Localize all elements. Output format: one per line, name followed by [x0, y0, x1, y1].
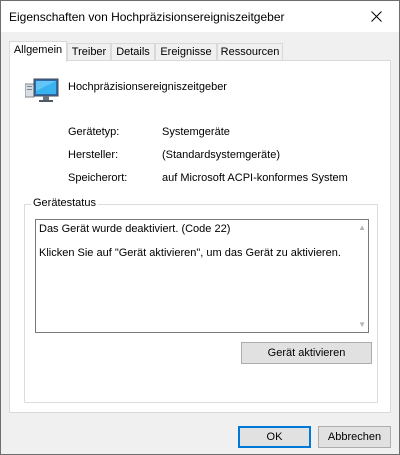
general-tab-panel: Hochpräzisionsereigniszeitgeber Gerätety…	[9, 60, 391, 413]
device-status-title: Gerätestatus	[31, 197, 98, 209]
scroll-down-arrow-icon[interactable]: ▼	[358, 320, 366, 329]
activate-device-button[interactable]: Gerät aktivieren	[241, 342, 372, 364]
device-name: Hochpräzisionsereigniszeitgeber	[68, 81, 227, 93]
manufacturer-label: Hersteller:	[68, 149, 119, 161]
location-label: Speicherort:	[68, 172, 128, 184]
close-icon	[370, 11, 382, 22]
device-type-label: Gerätetyp:	[68, 126, 120, 138]
device-type-value: Systemgeräte	[162, 126, 230, 138]
device-status-textbox[interactable]: Das Gerät wurde deaktiviert. (Code 22) K…	[35, 219, 369, 333]
manufacturer-value: (Standardsystemgeräte)	[162, 149, 280, 161]
tab-ereignisse[interactable]: Ereignisse	[155, 43, 217, 61]
tab-allgemein[interactable]: Allgemein	[9, 41, 67, 62]
scroll-up-arrow-icon[interactable]: ▲	[358, 223, 366, 232]
cancel-button[interactable]: Abbrechen	[318, 426, 391, 448]
tab-ressourcen[interactable]: Ressourcen	[217, 43, 283, 61]
title-bar[interactable]: Eigenschaften von Hochpräzisionsereignis…	[1, 1, 399, 32]
device-status-group: Gerätestatus Das Gerät wurde deaktiviert…	[24, 197, 378, 403]
window-title: Eigenschaften von Hochpräzisionsereignis…	[9, 10, 285, 24]
ok-button[interactable]: OK	[238, 426, 311, 448]
tab-details[interactable]: Details	[111, 43, 155, 61]
computer-device-icon	[25, 78, 59, 102]
close-button[interactable]	[353, 1, 399, 32]
location-value: auf Microsoft ACPI-konformes System	[162, 172, 348, 184]
tab-treiber[interactable]: Treiber	[67, 43, 111, 61]
properties-dialog: Eigenschaften von Hochpräzisionsereignis…	[0, 0, 400, 455]
status-instruction: Klicken Sie auf "Gerät aktivieren", um d…	[39, 247, 341, 259]
status-message: Das Gerät wurde deaktiviert. (Code 22)	[39, 223, 231, 235]
